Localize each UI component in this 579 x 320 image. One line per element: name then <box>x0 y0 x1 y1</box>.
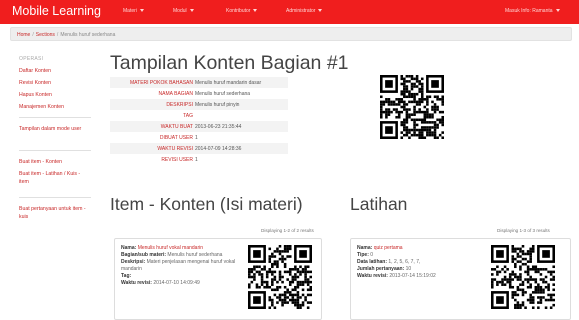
field-label: Tipe: <box>357 252 369 258</box>
menu-modul-label: Modul <box>173 8 187 14</box>
konten-waktu-value: 2014-07-10 14:09:49 <box>153 280 200 286</box>
menu-kontributor-label: Kontributor <box>226 8 251 14</box>
menu-materi-label: Materi <box>123 8 137 14</box>
user-menu[interactable]: Masuk Info: Ramanta <box>505 8 560 14</box>
detail-row: WAKTU BUAT 2013-06-23 21:35:44 <box>110 121 288 132</box>
detail-row: MATERI POKOK BAHASAN Menulis huruf mandar… <box>110 77 288 88</box>
field-label: Data latihan: <box>357 259 388 265</box>
qr-code-icon <box>380 75 444 139</box>
latihan-waktu-value: 2013-07-14 15:19:02 <box>389 273 436 279</box>
detail-label: DIBUAT USER <box>159 135 193 141</box>
detail-value: 2013-06-23 21:35:44 <box>195 124 242 130</box>
detail-row: NAMA BAGIAN Menulis huruf sederhana <box>110 88 288 99</box>
breadcrumb-current: Menulis huruf sederhana <box>60 32 116 38</box>
caret-down-icon <box>139 9 144 13</box>
field-label: Jumlah pertanyaan: <box>357 266 405 272</box>
konten-section-title: Item - Konten (Isi materi) <box>110 194 303 214</box>
detail-value: 2014-07-09 14:28:36 <box>195 146 242 152</box>
sidebar-item-user-mode[interactable]: Tampilan dalam mode user <box>19 125 91 133</box>
latihan-card-text: Nama: quiz pertama Tipe: 0 Data latihan:… <box>357 245 489 280</box>
caret-down-icon <box>189 9 194 13</box>
brand-logo[interactable]: Mobile Learning <box>12 4 101 18</box>
detail-value: Menulis huruf mandarin dasar <box>195 80 262 86</box>
latihan-data-value: 1, 2, 5, 6, 7, 7, <box>388 259 421 265</box>
sidebar-divider <box>19 150 91 151</box>
sidebar-item-buat-konten[interactable]: Buat item - Konten <box>19 158 91 166</box>
latihan-jumlah-value: 10 <box>405 266 412 272</box>
konten-item-card[interactable]: Nama: Menulis huruf vokal mandarin Bagia… <box>114 238 322 320</box>
top-navbar: Mobile Learning Materi Modul Kontributor… <box>0 0 579 24</box>
sidebar-item-manajemen-konten[interactable]: Manajemen Konten <box>19 103 91 111</box>
latihan-section-title: Latihan <box>350 194 408 214</box>
konten-card-text: Nama: Menulis huruf vokal mandarin Bagia… <box>121 245 253 287</box>
sidebar-item-hapus-konten[interactable]: Hapus Konten <box>19 91 91 99</box>
qr-code-icon <box>491 245 555 309</box>
detail-label: REVISI USER <box>161 157 193 163</box>
sidebar-divider <box>19 117 91 118</box>
detail-value: Menulis huruf sederhana <box>195 91 251 97</box>
detail-value: 1 <box>195 157 198 163</box>
field-label: Deskripsi: <box>121 259 146 265</box>
field-label: Tag: <box>121 273 132 279</box>
detail-label: NAMA BAGIAN <box>158 91 193 97</box>
menu-modul[interactable]: Modul <box>173 8 194 14</box>
caret-down-icon <box>318 9 323 13</box>
menu-administrator[interactable]: Administrator <box>286 8 323 14</box>
detail-label: TAG <box>183 113 193 119</box>
qr-code-icon <box>248 245 312 309</box>
detail-row: REVISI USER 1 <box>110 154 288 165</box>
detail-value: 1 <box>195 135 198 141</box>
detail-row: DESKRIPSI Menulis huruf pinyin <box>110 99 288 110</box>
breadcrumb-separator: / <box>56 32 59 38</box>
latihan-tipe-value: 0 <box>370 252 374 258</box>
menu-administrator-label: Administrator <box>286 8 316 14</box>
detail-row: WAKTU REVISI 2014-07-09 14:28:36 <box>110 143 288 154</box>
breadcrumb-sections[interactable]: Sections <box>36 32 55 38</box>
page-title: Tampilan Konten Bagian #1 <box>110 52 349 74</box>
detail-row: DIBUAT USER 1 <box>110 132 288 143</box>
sidebar-item-revisi-konten[interactable]: Revisi Konten <box>19 79 91 87</box>
field-label: Nama: <box>357 245 373 251</box>
detail-row: TAG <box>110 110 288 121</box>
konten-summary: Displaying 1-2 of 2 results <box>261 228 314 233</box>
field-label: Bagian/sub materi: <box>121 252 167 258</box>
detail-label: DESKRIPSI <box>166 102 193 108</box>
breadcrumb: Home / Sections / Menulis huruf sederhana <box>10 27 572 41</box>
menu-materi[interactable]: Materi <box>123 8 144 14</box>
sidebar-item-buat-latihan[interactable]: Buat item - Latihan / Kuis - item <box>19 170 91 186</box>
caret-down-icon <box>555 9 560 13</box>
field-label: Nama: <box>121 245 137 251</box>
sidebar-item-daftar-konten[interactable]: Daftar Konten <box>19 67 91 75</box>
detail-label: MATERI POKOK BAHASAN <box>130 80 193 86</box>
sidebar-item-buat-pertanyaan[interactable]: Buat pertanyaan untuk item - kuis <box>19 205 91 221</box>
latihan-item-card[interactable]: Nama: quiz pertama Tipe: 0 Data latihan:… <box>350 238 571 320</box>
detail-value: Menulis huruf pinyin <box>195 102 240 108</box>
detail-label: WAKTU REVISI <box>157 146 193 152</box>
field-label: Waktu revisi: <box>357 273 388 279</box>
caret-down-icon <box>253 9 258 13</box>
detail-label: WAKTU BUAT <box>160 124 193 130</box>
sidebar-divider <box>19 197 91 198</box>
field-label: Waktu revisi: <box>121 280 152 286</box>
konten-name-link[interactable]: Menulis huruf vokal mandarin <box>138 245 203 251</box>
menu-kontributor[interactable]: Kontributor <box>226 8 258 14</box>
breadcrumb-separator: / <box>32 32 34 38</box>
latihan-summary: Displaying 1-3 of 3 results <box>497 228 550 233</box>
konten-bagian-value: Menulis huruf sederhana <box>167 252 223 258</box>
sidebar-header: OPERASI <box>19 56 44 62</box>
user-menu-label: Masuk Info: Ramanta <box>505 8 553 14</box>
breadcrumb-home[interactable]: Home <box>17 32 30 38</box>
latihan-name-link[interactable]: quiz pertama <box>374 245 403 251</box>
